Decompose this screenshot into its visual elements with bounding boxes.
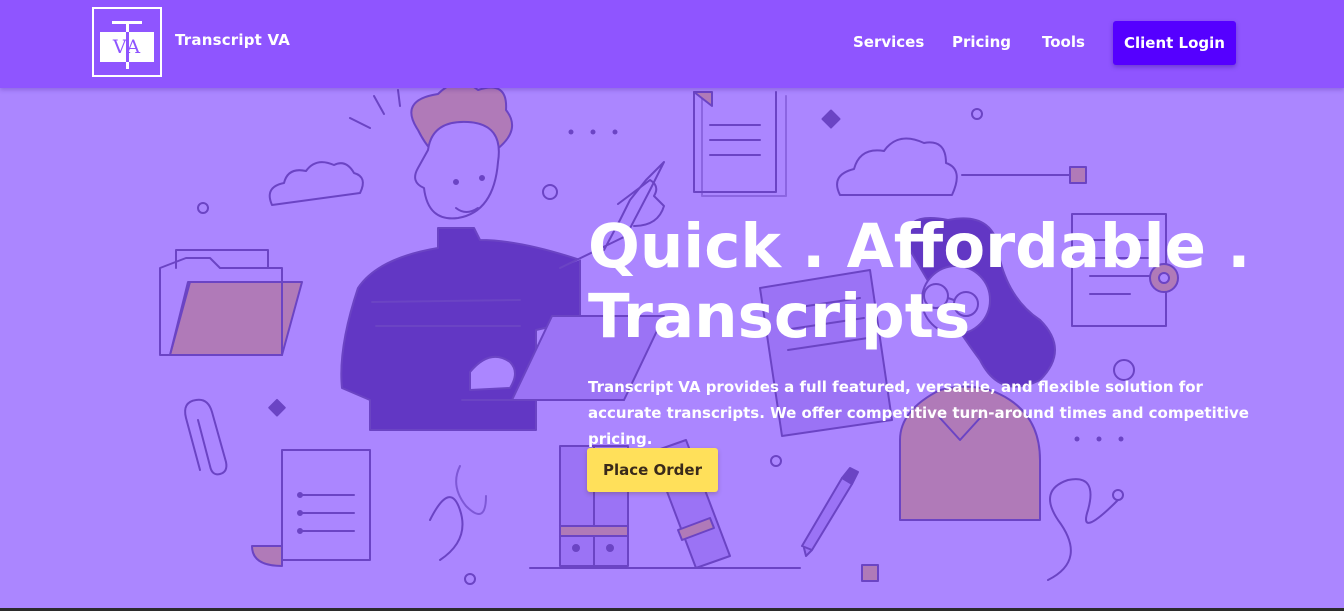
top-navbar: VA Transcript VA Services Pricing Tools … xyxy=(0,0,1344,88)
paperclip-icon xyxy=(184,398,228,476)
hero-title-line-1: Quick . Affordable . xyxy=(588,211,1251,282)
client-login-button[interactable]: Client Login xyxy=(1113,21,1236,65)
nav-link-pricing[interactable]: Pricing xyxy=(952,33,1011,51)
logo-text: VA xyxy=(112,36,142,58)
cloud-icon xyxy=(836,137,958,196)
document-icon xyxy=(693,91,787,197)
nav-link-services[interactable]: Services xyxy=(853,33,924,51)
cloud-icon xyxy=(268,161,364,206)
place-order-button[interactable]: Place Order xyxy=(587,448,718,492)
pencil-icon xyxy=(801,477,853,557)
nav-link-tools[interactable]: Tools xyxy=(1042,33,1085,51)
folder-icon xyxy=(159,249,303,356)
hero-title-line-2: Transcripts xyxy=(588,281,971,352)
hero-subtitle: Transcript VA provides a full featured, … xyxy=(588,378,1249,448)
landing-page: VA Transcript VA Services Pricing Tools … xyxy=(0,0,1344,608)
brand-name[interactable]: Transcript VA xyxy=(175,31,290,49)
hero-title: Quick . Affordable . Transcripts xyxy=(588,212,1308,352)
logo-icon[interactable]: VA xyxy=(92,7,162,77)
document-icon xyxy=(251,449,371,567)
